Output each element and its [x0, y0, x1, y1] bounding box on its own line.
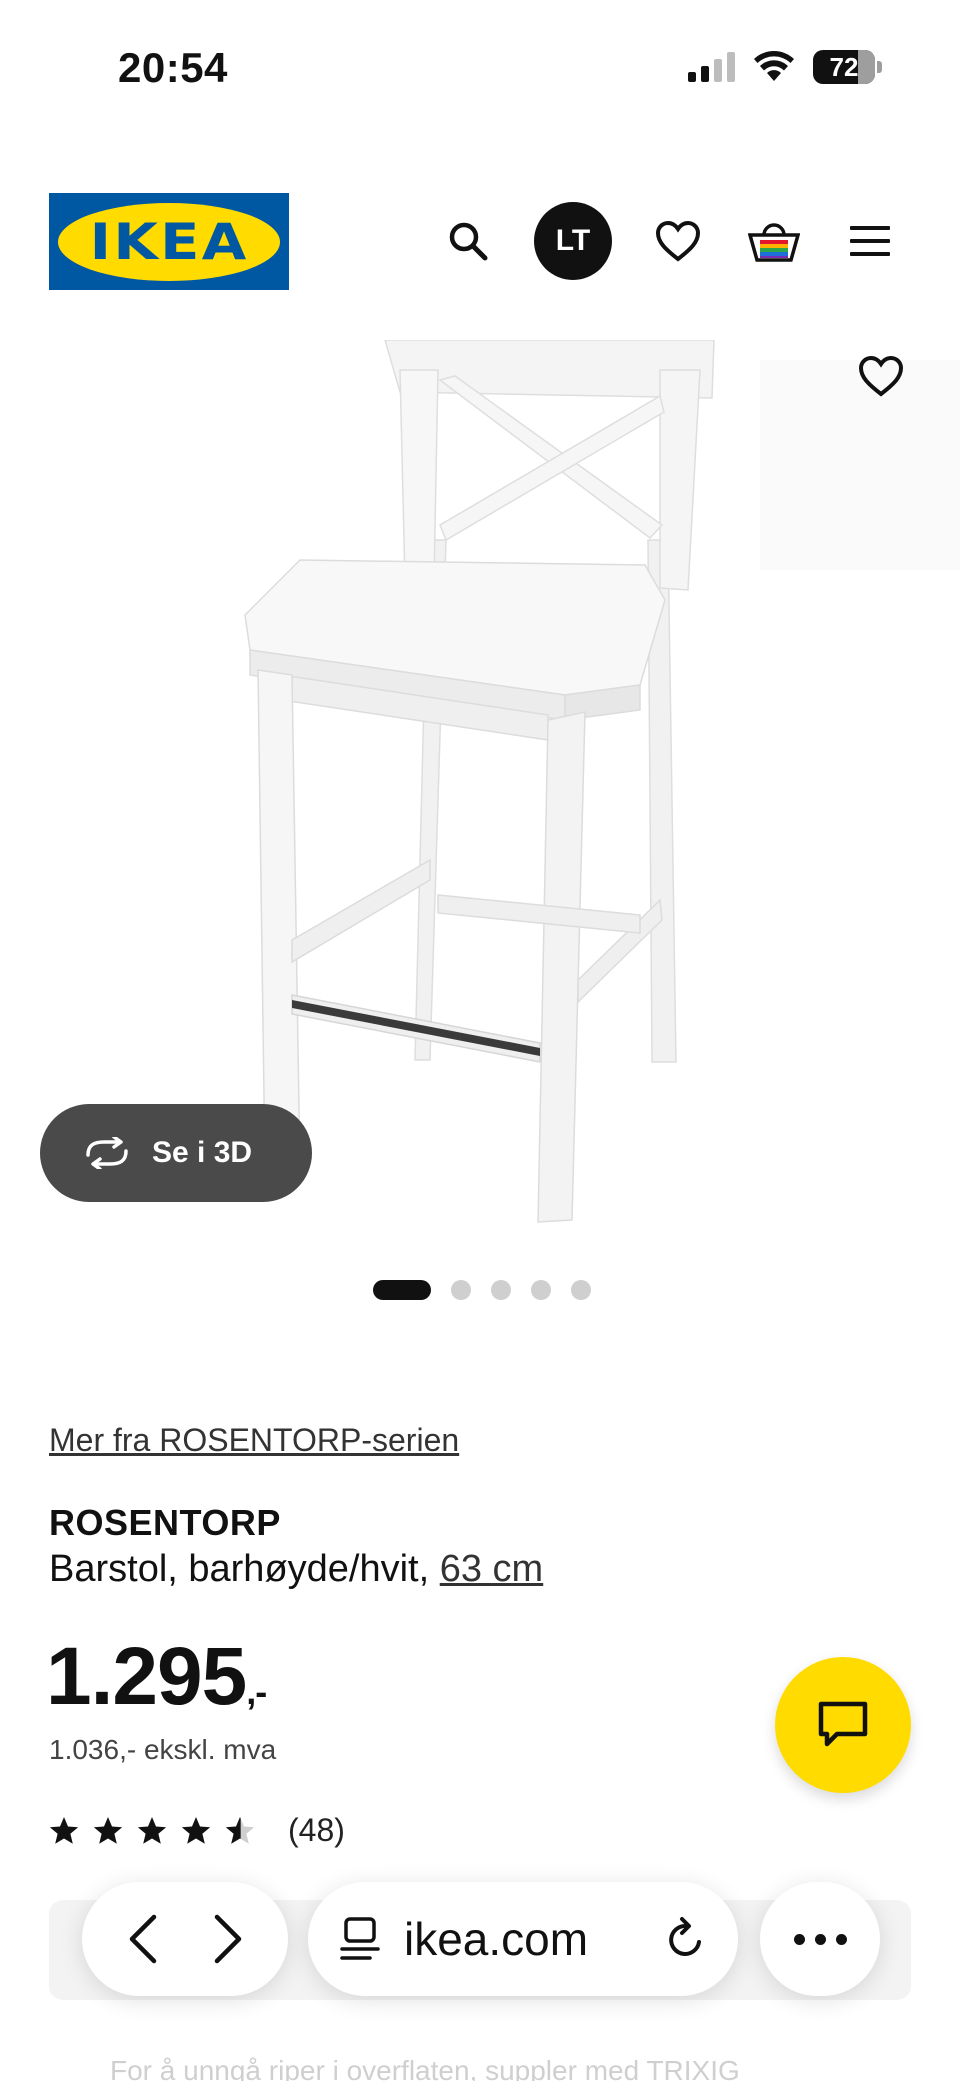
price-excl-vat: 1.036,- ekskl. mva [49, 1734, 277, 1765]
more-dot [835, 1933, 847, 1945]
chat-button[interactable] [775, 1657, 911, 1793]
forward-chevron-icon[interactable] [207, 1913, 247, 1965]
pagination-dot-3[interactable] [491, 1280, 511, 1300]
browser-nav-controls [82, 1882, 288, 1996]
half-star-icon [225, 1816, 255, 1844]
url-text[interactable]: ikea.com [404, 1912, 640, 1966]
battery-icon: 72 [813, 50, 882, 84]
star-icon [93, 1816, 123, 1844]
heart-icon[interactable] [648, 211, 708, 271]
product-description: Barstol, barhøyde/hvit, 63 cm [49, 1548, 543, 1591]
rating-count: (48) [288, 1812, 345, 1848]
more-options-button[interactable] [760, 1882, 880, 1996]
battery-level: 72 [829, 51, 859, 82]
status-time: 20:54 [118, 44, 228, 91]
search-icon[interactable] [438, 211, 498, 271]
ikea-logo[interactable]: IKEA [49, 193, 289, 290]
site-header: IKEA LT [0, 190, 960, 290]
star-icon [181, 1816, 211, 1844]
more-dot [814, 1933, 826, 1945]
product-name: ROSENTORP [49, 1502, 281, 1543]
cellular-signal-icon [688, 52, 735, 82]
reload-icon[interactable] [664, 1916, 708, 1962]
status-icons: 72 [688, 50, 882, 84]
pagination-dot-4[interactable] [531, 1280, 551, 1300]
avatar[interactable]: LT [534, 202, 612, 280]
shopping-bag-icon[interactable] [744, 211, 804, 271]
add-to-favorites-heart-icon[interactable] [858, 355, 908, 405]
price-suffix: ,- [246, 1671, 267, 1712]
status-bar: 20:54 72 [0, 0, 960, 130]
series-link[interactable]: Mer fra ROSENTORP-serien [49, 1422, 459, 1459]
product-type: Barstol, barhøyde/hvit, [49, 1548, 430, 1590]
star-icon [49, 1816, 79, 1844]
product-price: 1.295,- [46, 1630, 267, 1724]
page-menu-icon[interactable] [340, 1916, 380, 1962]
price-value: 1.295 [46, 1631, 247, 1722]
rotate-3d-icon [86, 1137, 128, 1169]
pagination-dot-2[interactable] [451, 1280, 471, 1300]
pagination-dot-5[interactable] [571, 1280, 591, 1300]
rating[interactable]: (48) [48, 1812, 345, 1849]
see-in-3d-label: Se i 3D [152, 1136, 253, 1169]
more-dot [793, 1933, 805, 1945]
address-bar[interactable]: ikea.com [308, 1882, 738, 1996]
logo-text: IKEA [89, 212, 249, 271]
image-pagination [373, 1280, 591, 1300]
star-icon [137, 1816, 167, 1844]
chat-icon [818, 1701, 868, 1747]
wifi-icon [754, 51, 794, 81]
faded-hint-text: For å unngå riper i overflaten, suppler … [110, 2055, 740, 2081]
back-chevron-icon[interactable] [124, 1913, 164, 1965]
pagination-dot-1[interactable] [373, 1280, 431, 1300]
menu-icon[interactable] [840, 211, 900, 271]
see-in-3d-button[interactable]: Se i 3D [40, 1104, 312, 1202]
size-link[interactable]: 63 cm [440, 1548, 543, 1590]
header-actions: LT [438, 202, 900, 280]
